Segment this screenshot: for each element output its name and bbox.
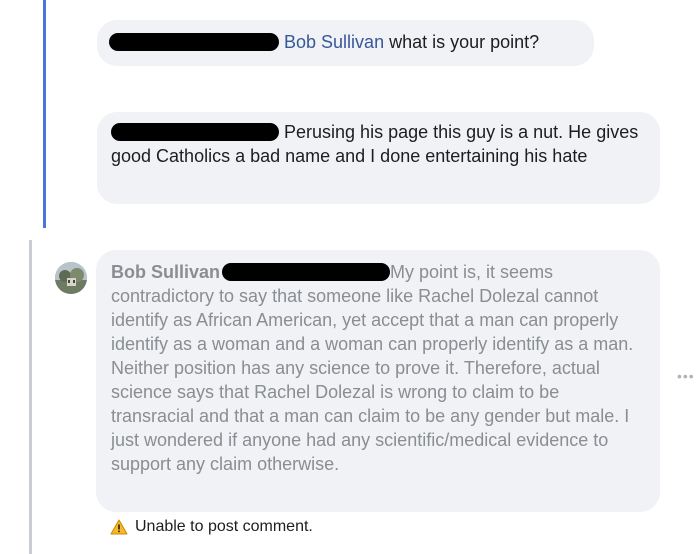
warning-triangle-icon: [110, 519, 128, 535]
comment-text: what is your point?: [384, 32, 540, 52]
avatar[interactable]: [55, 262, 87, 294]
more-horizontal-icon[interactable]: •••: [677, 368, 695, 384]
comment-bubble-pending: Bob Sullivan My point is, it seems contra…: [96, 250, 660, 512]
pending-thread-line: [29, 240, 32, 554]
comment-bubble-1: Bob Sullivan what is your point?: [97, 20, 594, 66]
comment-text: My point is, it seems contradictory to s…: [111, 262, 634, 474]
comment-bubble-2: Perusing his page this guy is a nut. He …: [97, 112, 660, 204]
comment-author[interactable]: Bob Sullivan: [111, 262, 220, 282]
redacted-name: [111, 123, 279, 141]
post-error-message: Unable to post comment.: [110, 516, 313, 538]
mention-link-bob-sullivan[interactable]: Bob Sullivan: [284, 32, 384, 52]
reply-thread-line: [43, 0, 46, 228]
redacted-name: [222, 263, 391, 281]
comment-thread: Bob Sullivan what is your point? Perusin…: [0, 0, 698, 554]
redacted-name: [109, 33, 279, 51]
error-text: Unable to post comment.: [135, 518, 313, 535]
